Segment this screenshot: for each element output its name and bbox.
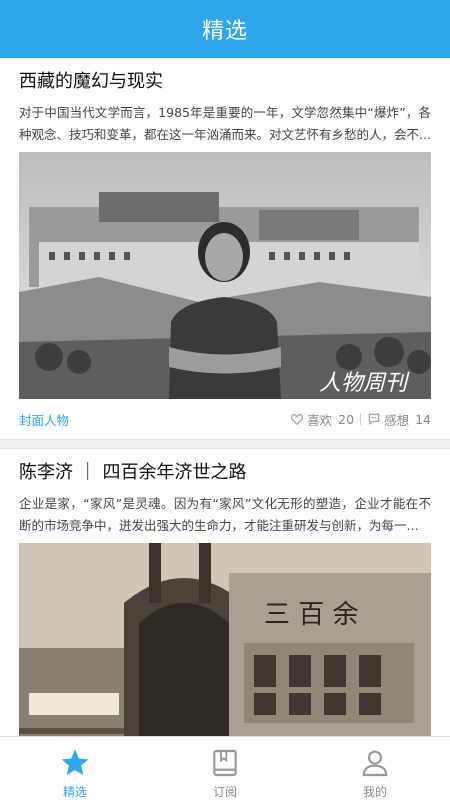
- article-card[interactable]: 西藏的魔幻与现实 对于中国当代文学而言，1985年是重要的一年，文学忽然集中“爆…: [0, 70, 450, 439]
- stat-divider: [360, 413, 362, 425]
- like-label: 喜欢: [307, 412, 333, 428]
- user-icon: [362, 750, 388, 777]
- heart-icon: [291, 414, 304, 426]
- comment-count: 14: [415, 411, 431, 427]
- article-category[interactable]: 封面人物: [19, 410, 69, 429]
- star-icon: [61, 749, 89, 775]
- article-footer: 封面人物 喜欢 20 感想 14: [19, 399, 431, 439]
- magazine-watermark: 人物周刊: [319, 371, 410, 396]
- like-stat[interactable]: 喜欢 20: [290, 410, 354, 429]
- article-title[interactable]: 西藏的魔幻与现实: [19, 70, 431, 94]
- tab-label: 精选: [62, 785, 87, 799]
- article-feed[interactable]: 西藏的魔幻与现实 对于中国当代文学而言，1985年是重要的一年，文学忽然集中“爆…: [0, 58, 450, 736]
- bottom-tab-bar: 精选 订阅 我的: [0, 736, 450, 800]
- tab-label: 订阅: [212, 785, 237, 799]
- comment-icon: [368, 413, 380, 425]
- tab-featured[interactable]: 精选: [0, 737, 150, 800]
- app-header: 精选: [0, 0, 450, 58]
- comment-stat[interactable]: 感想 14: [367, 410, 431, 429]
- article-stats: 喜欢 20 感想 14: [290, 410, 431, 429]
- book-icon: [213, 749, 237, 777]
- article-summary: 对于中国当代文学而言，1985年是重要的一年，文学忽然集中“爆炸”，各种观念、技…: [19, 105, 431, 142]
- article-summary: 企业是家，“家风”是灵魂。因为有“家风”文化无形的塑造，企业才能在不断的市场竞争…: [19, 496, 431, 533]
- page-title: 精选: [201, 19, 248, 44]
- like-count: 20: [338, 411, 355, 427]
- article-card[interactable]: 陈李济 ｜ 四百余年济世之路 企业是家，“家风”是灵魂。因为有“家风”文化无形的…: [0, 461, 450, 736]
- article-cover-image[interactable]: 人物周刊: [19, 152, 431, 399]
- tab-profile[interactable]: 我的: [300, 737, 450, 800]
- article-title[interactable]: 陈李济 ｜ 四百余年济世之路: [19, 461, 431, 485]
- comment-label: 感想: [384, 412, 410, 428]
- article-cover-image[interactable]: 三 百 余: [19, 543, 431, 736]
- card-divider: [0, 439, 450, 449]
- tab-label: 我的: [362, 785, 387, 799]
- tab-subscribe[interactable]: 订阅: [150, 737, 300, 800]
- building-sign: 三 百 余: [264, 600, 359, 630]
